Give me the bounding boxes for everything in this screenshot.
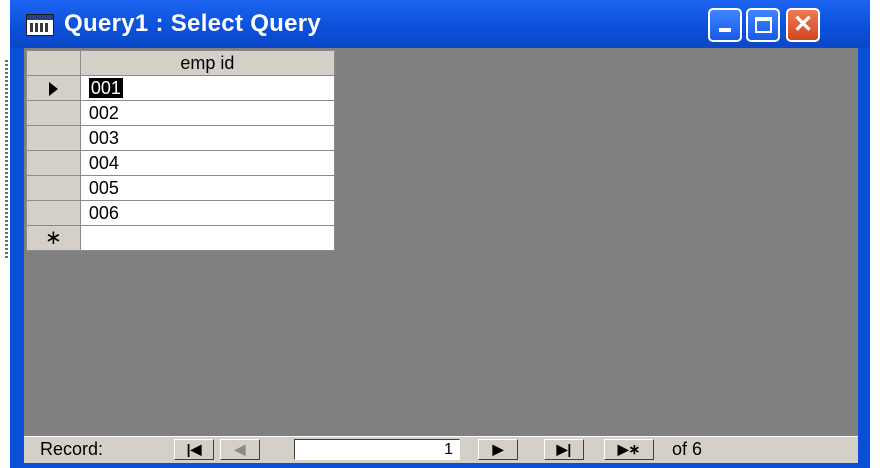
window-title: Query1 : Select Query — [64, 10, 322, 37]
table-row: 005 — [26, 175, 336, 201]
next-record-icon: ▶ — [492, 441, 504, 457]
record-selector[interactable] — [26, 125, 81, 151]
record-navigation-bar: Record: |◀ ◀ 1 ▶ ▶| ▶∗ of 6 — [24, 436, 858, 463]
close-icon: ✕ — [792, 11, 814, 38]
previous-record-button[interactable]: ◀ — [220, 439, 260, 460]
maximize-icon — [755, 17, 772, 33]
last-record-icon: ▶| — [556, 441, 572, 457]
record-selector[interactable] — [26, 100, 81, 126]
column-header-emp-id[interactable]: emp id — [79, 50, 336, 76]
record-selector[interactable] — [26, 150, 81, 176]
new-record-cell[interactable] — [79, 225, 336, 251]
table-row: 003 — [26, 125, 336, 151]
record-label: Record: — [40, 439, 104, 459]
table-row: 004 — [26, 150, 336, 176]
new-record-selector[interactable]: ∗ — [26, 225, 81, 251]
record-selector[interactable] — [26, 175, 81, 201]
datasheet-icon[interactable] — [26, 14, 54, 36]
maximize-button[interactable] — [746, 8, 780, 42]
background-left-edge — [0, 0, 10, 468]
next-record-button[interactable]: ▶ — [478, 439, 518, 460]
close-button[interactable]: ✕ — [786, 8, 820, 42]
title-bar[interactable]: Query1 : Select Query ✕ — [10, 0, 870, 48]
first-record-button[interactable]: |◀ — [174, 439, 214, 460]
table-row: 002 — [26, 100, 336, 126]
header-row: emp id — [26, 50, 336, 76]
select-all-corner[interactable] — [26, 50, 81, 76]
cell-emp-id[interactable]: 006 — [79, 200, 336, 226]
minimize-icon — [719, 28, 731, 32]
cell-emp-id[interactable]: 001 — [79, 75, 336, 101]
dotted-edge-decoration — [5, 60, 8, 260]
table-row: 001 — [26, 75, 336, 101]
new-record-button[interactable]: ▶∗ — [604, 439, 654, 460]
cell-emp-id[interactable]: 005 — [79, 175, 336, 201]
current-record-icon — [48, 81, 58, 96]
cell-emp-id[interactable]: 002 — [79, 100, 336, 126]
cell-value: 001 — [88, 77, 123, 98]
record-selector-current[interactable] — [26, 75, 81, 101]
record-selector[interactable] — [26, 200, 81, 226]
minimize-button[interactable] — [708, 8, 742, 42]
record-count: of 6 — [672, 439, 703, 459]
datasheet-area: emp id 001 002 003 004 005 006 ∗ Record:… — [24, 48, 858, 463]
new-record-nav-icon: ▶∗ — [617, 441, 641, 457]
cell-emp-id[interactable]: 003 — [79, 125, 336, 151]
datasheet-grid: emp id 001 002 003 004 005 006 ∗ — [26, 50, 336, 251]
new-record-icon: ∗ — [45, 226, 62, 249]
first-record-icon: |◀ — [186, 441, 202, 457]
record-number-field[interactable]: 1 — [294, 439, 460, 460]
new-record-row: ∗ — [26, 225, 336, 251]
previous-record-icon: ◀ — [234, 441, 246, 457]
table-row: 006 — [26, 200, 336, 226]
query-window: Query1 : Select Query ✕ emp id 001 002 0… — [10, 0, 870, 468]
last-record-button[interactable]: ▶| — [544, 439, 584, 460]
cell-emp-id[interactable]: 004 — [79, 150, 336, 176]
